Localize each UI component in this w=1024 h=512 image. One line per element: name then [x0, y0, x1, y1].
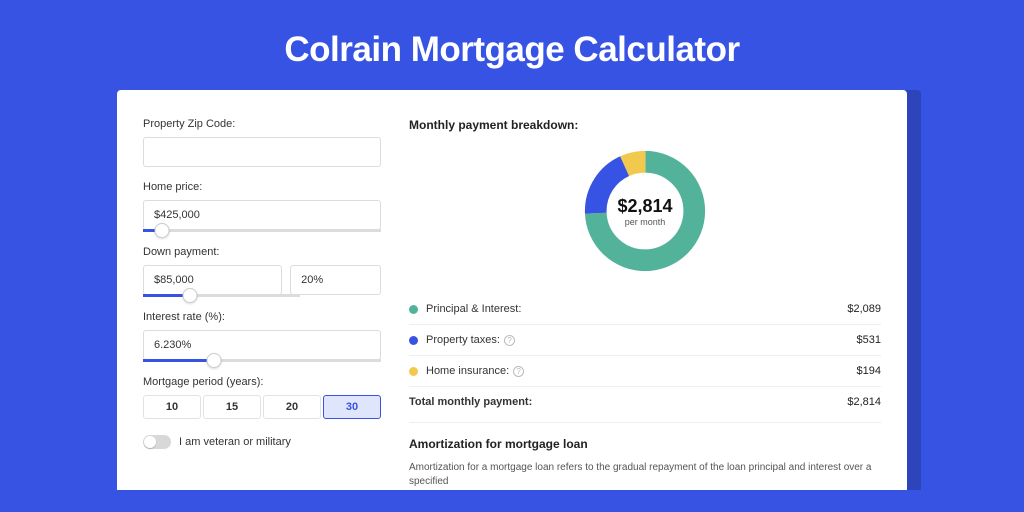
down-payment-amount-input[interactable]: [143, 265, 282, 295]
down-payment-label: Down payment:: [143, 246, 381, 258]
veteran-label: I am veteran or military: [179, 436, 291, 448]
line-label-text: Home insurance:: [426, 365, 509, 377]
interest-slider[interactable]: [143, 359, 381, 362]
down-payment-percent-input[interactable]: [290, 265, 381, 295]
slider-thumb[interactable]: [207, 353, 222, 368]
calculator-card: Property Zip Code: Home price: Down paym…: [117, 90, 907, 490]
line-item-insurance: Home insurance: ? $194: [409, 356, 881, 387]
donut-sub: per month: [625, 217, 666, 227]
info-icon[interactable]: ?: [504, 335, 515, 346]
period-label: Mortgage period (years):: [143, 376, 381, 388]
amortization-title: Amortization for mortgage loan: [409, 437, 881, 451]
home-price-label: Home price:: [143, 181, 381, 193]
interest-input[interactable]: [143, 330, 381, 360]
interest-label: Interest rate (%):: [143, 311, 381, 323]
dot-icon: [409, 367, 418, 376]
donut-amount: $2,814: [617, 196, 672, 217]
down-payment-slider[interactable]: [143, 294, 300, 297]
slider-thumb[interactable]: [183, 288, 198, 303]
zip-label: Property Zip Code:: [143, 118, 381, 130]
line-value: $531: [857, 334, 881, 346]
period-tab-20[interactable]: 20: [263, 395, 321, 419]
dot-icon: [409, 336, 418, 345]
page-title: Colrain Mortgage Calculator: [0, 0, 1024, 90]
total-row: Total monthly payment: $2,814: [409, 387, 881, 420]
zip-input[interactable]: [143, 137, 381, 167]
period-field: Mortgage period (years): 10 15 20 30: [143, 376, 381, 419]
home-price-field: Home price:: [143, 181, 381, 232]
home-price-slider[interactable]: [143, 229, 381, 232]
donut-chart: $2,814 per month: [580, 146, 710, 276]
total-value: $2,814: [847, 396, 881, 408]
line-label-text: Property taxes:: [426, 334, 500, 346]
info-icon[interactable]: ?: [513, 366, 524, 377]
line-label: Principal & Interest:: [426, 303, 847, 315]
down-payment-field: Down payment:: [143, 246, 381, 297]
period-tab-30[interactable]: 30: [323, 395, 381, 419]
line-value: $2,089: [847, 303, 881, 315]
line-label: Property taxes: ?: [426, 334, 857, 346]
period-tab-15[interactable]: 15: [203, 395, 261, 419]
home-price-input[interactable]: [143, 200, 381, 230]
zip-field: Property Zip Code:: [143, 118, 381, 167]
period-tabs: 10 15 20 30: [143, 395, 381, 419]
dot-icon: [409, 305, 418, 314]
breakdown-column: Monthly payment breakdown: $2,814 per mo…: [409, 118, 881, 490]
breakdown-title: Monthly payment breakdown:: [409, 118, 881, 132]
period-tab-10[interactable]: 10: [143, 395, 201, 419]
line-item-principal: Principal & Interest: $2,089: [409, 294, 881, 325]
slider-thumb[interactable]: [155, 223, 170, 238]
donut-center: $2,814 per month: [580, 146, 710, 276]
veteran-row: I am veteran or military: [143, 435, 381, 449]
inputs-column: Property Zip Code: Home price: Down paym…: [143, 118, 381, 490]
donut-chart-wrap: $2,814 per month: [409, 146, 881, 276]
divider: [409, 422, 881, 423]
veteran-toggle[interactable]: [143, 435, 171, 449]
total-label: Total monthly payment:: [409, 396, 847, 408]
line-label: Home insurance: ?: [426, 365, 857, 377]
amortization-text: Amortization for a mortgage loan refers …: [409, 461, 881, 489]
interest-field: Interest rate (%):: [143, 311, 381, 362]
line-item-taxes: Property taxes: ? $531: [409, 325, 881, 356]
line-value: $194: [857, 365, 881, 377]
